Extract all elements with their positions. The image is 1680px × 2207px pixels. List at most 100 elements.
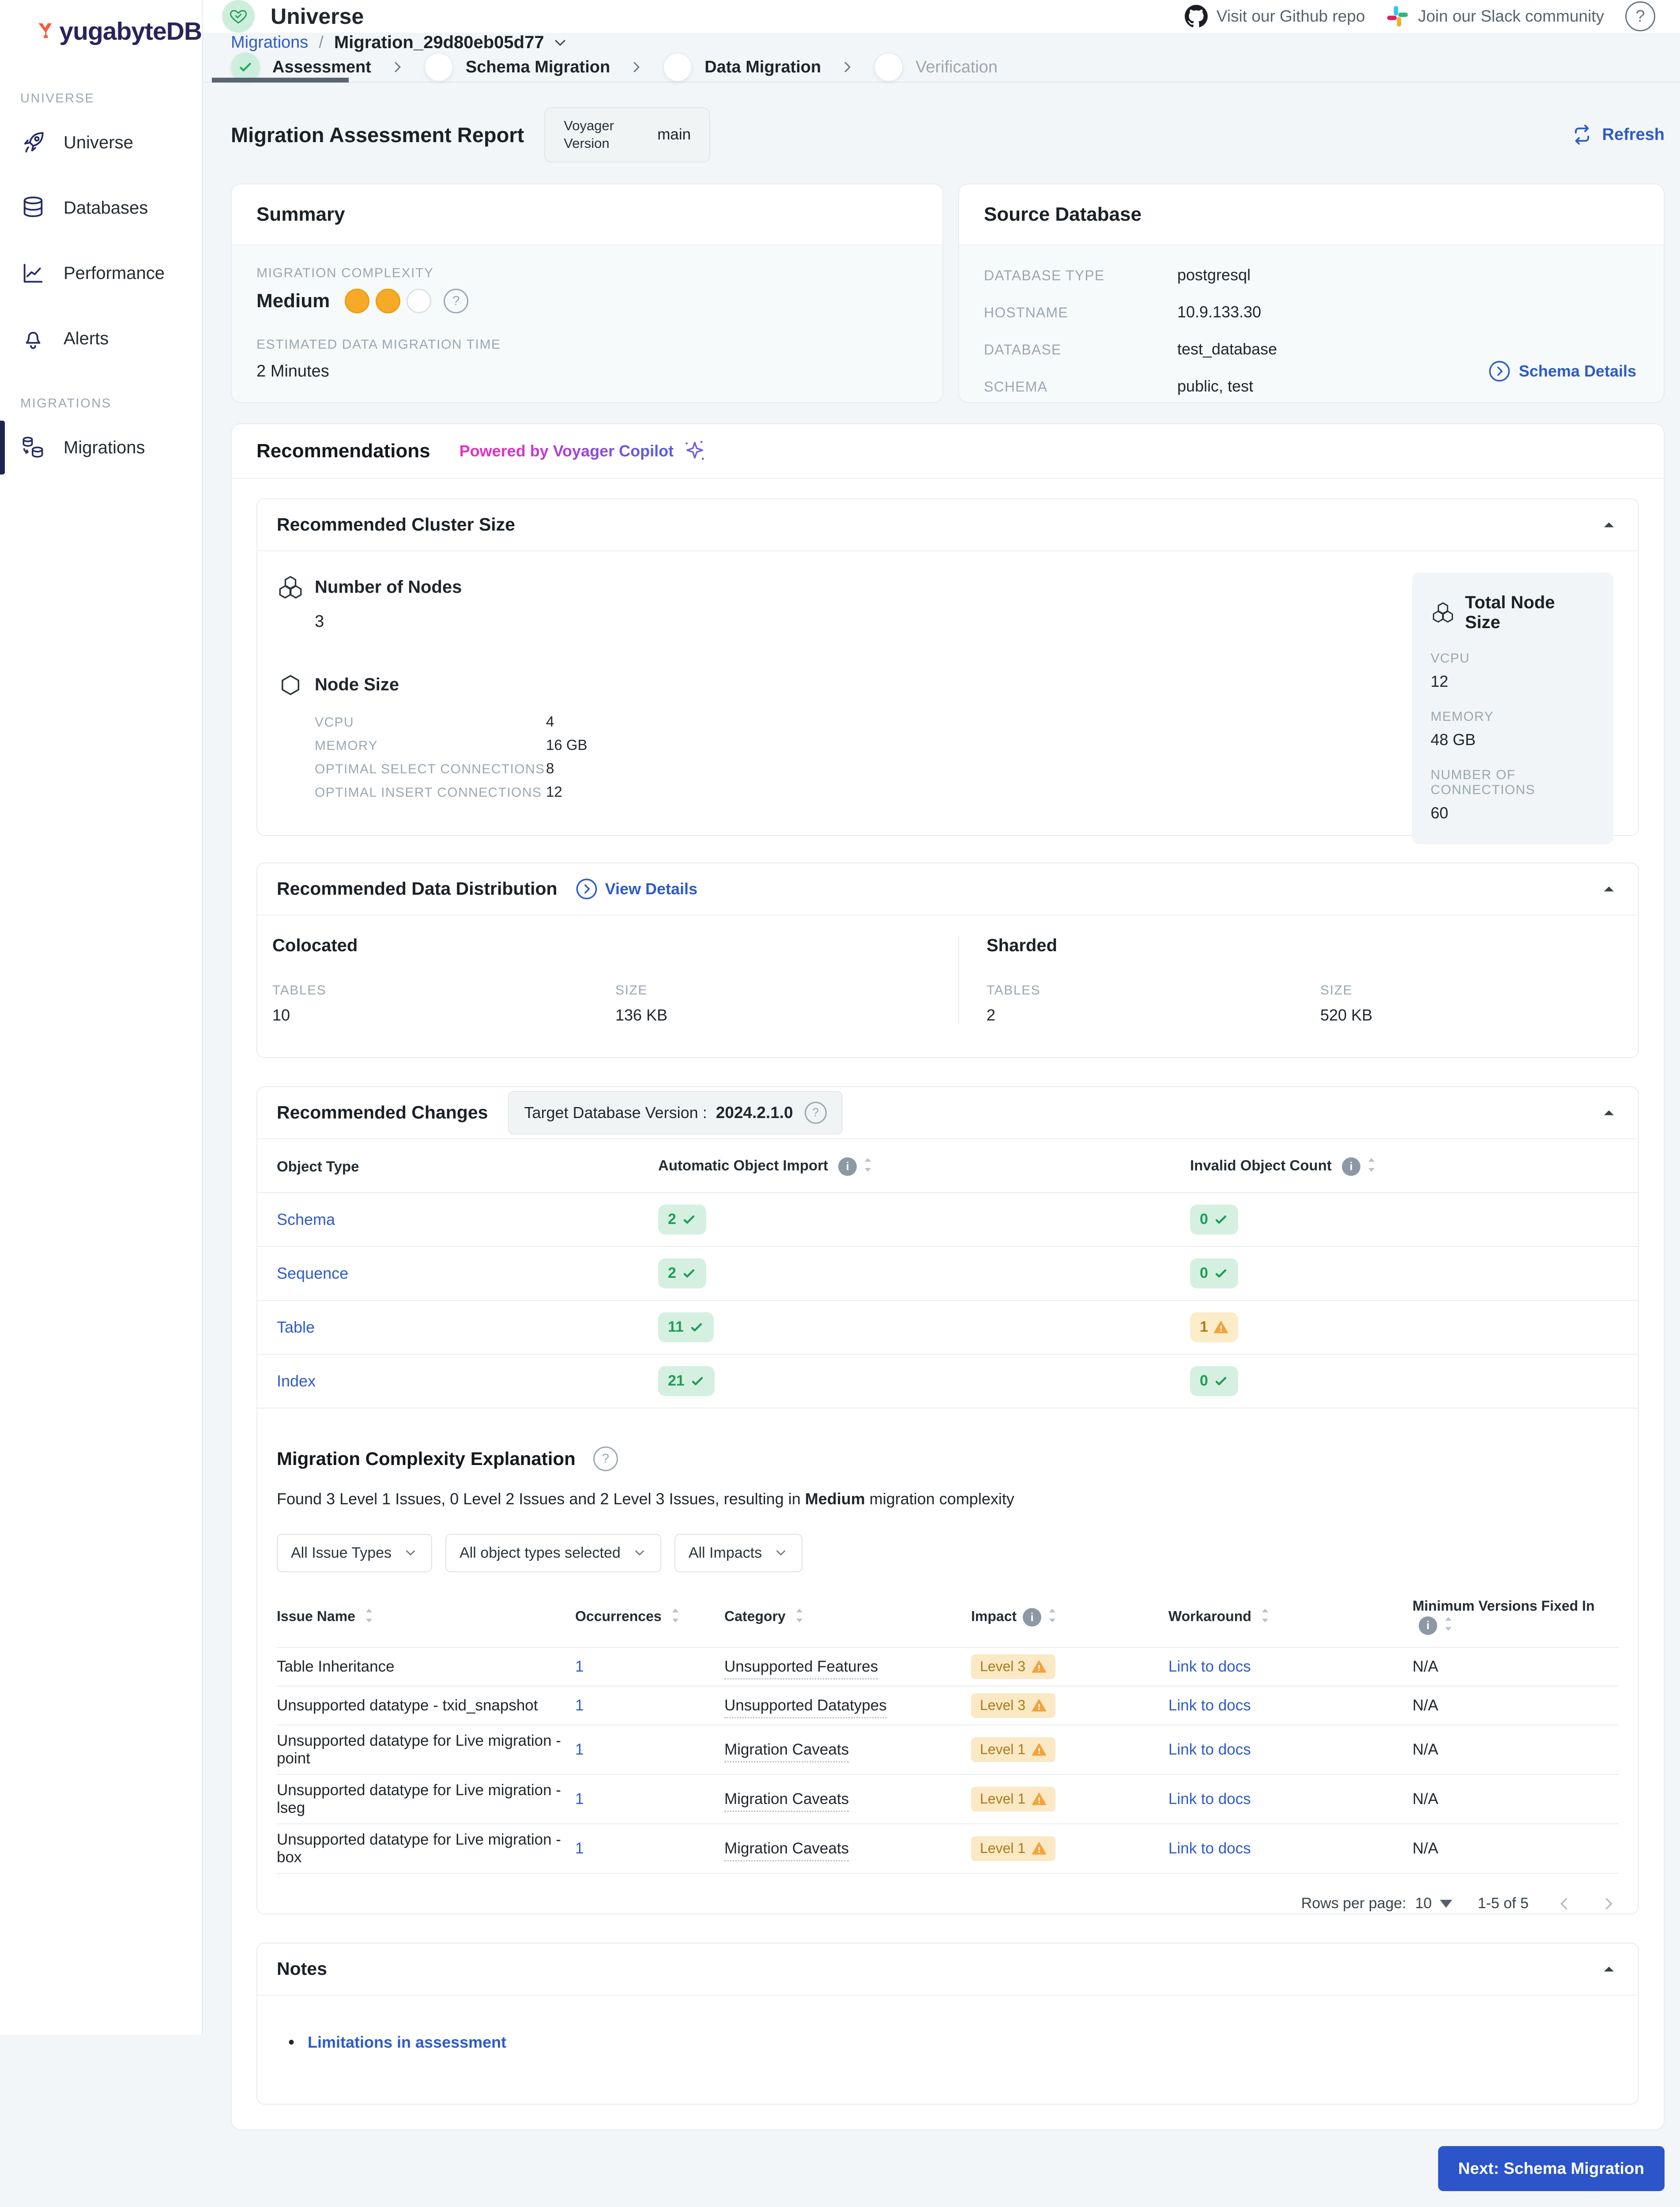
next-page-button[interactable]	[1599, 1894, 1619, 1913]
check-icon	[690, 1374, 705, 1389]
info-icon[interactable]: i	[1419, 1616, 1437, 1635]
sort-icon[interactable]	[1441, 1614, 1456, 1637]
tables-label: TABLES	[987, 983, 1320, 998]
step-circle	[663, 53, 692, 82]
voyager-version-label: Voyager Version	[564, 117, 638, 153]
issue-name: Table Inheritance	[277, 1647, 575, 1686]
source-row-label: DATABASE TYPE	[984, 267, 1177, 284]
occurrences-link[interactable]: 1	[575, 1840, 584, 1857]
heart-check-icon	[229, 7, 248, 26]
filter-issue-types[interactable]: All Issue Types	[277, 1534, 432, 1572]
brand-logo[interactable]: yugabyteDB	[0, 0, 202, 62]
filter-impacts[interactable]: All Impacts	[674, 1534, 802, 1572]
impact-badge: Level 1	[971, 1836, 1055, 1861]
check-icon	[1213, 1266, 1228, 1281]
info-icon[interactable]: i	[1023, 1608, 1041, 1627]
sidebar-item-alerts[interactable]: Alerts	[0, 310, 202, 367]
collapse-button[interactable]	[1599, 1103, 1619, 1122]
sort-icon[interactable]	[1364, 1155, 1379, 1178]
issue-filters: All Issue Types All object types selecte…	[277, 1534, 1619, 1572]
workaround-link[interactable]: Link to docs	[1168, 1790, 1251, 1808]
breadcrumb: Migrations / Migration_29d80eb05d77	[203, 33, 1680, 53]
total-vcpu-value: 12	[1431, 672, 1595, 691]
help-button[interactable]: ?	[1625, 1, 1655, 31]
invalid-count-badge: 0	[1190, 1366, 1238, 1396]
step-separator-icon	[628, 58, 645, 76]
limitations-link[interactable]: Limitations in assessment	[308, 2033, 506, 2052]
object-type-link[interactable]: Table	[277, 1318, 315, 1336]
view-details-link[interactable]: View Details	[575, 878, 697, 900]
sidebar-item-migrations[interactable]: Migrations	[0, 419, 202, 476]
github-link[interactable]: Visit our Github repo	[1185, 5, 1365, 28]
sidebar-item-databases[interactable]: Databases	[0, 179, 202, 237]
version-help-icon[interactable]: ?	[805, 1102, 827, 1124]
dropdown-arrow-icon	[1440, 1900, 1452, 1908]
step-data-migration[interactable]: Data Migration	[663, 53, 821, 82]
schema-details-label: Schema Details	[1519, 362, 1636, 380]
complexity-title-row: Migration Complexity Explanation ?	[277, 1446, 1619, 1471]
next-schema-migration-button[interactable]: Next: Schema Migration	[1438, 2146, 1665, 2191]
slack-link[interactable]: Join our Slack community	[1386, 5, 1604, 28]
object-type-link[interactable]: Schema	[277, 1210, 335, 1228]
issue-category: Migration Caveats	[724, 1741, 849, 1763]
info-icon[interactable]: i	[1342, 1157, 1360, 1176]
rows-per-page-select[interactable]: 10	[1415, 1895, 1452, 1912]
invalid-count-badge: 0	[1190, 1258, 1238, 1288]
sidebar-item-performance[interactable]: Performance	[0, 245, 202, 302]
target-db-version-value: 2024.2.1.0	[716, 1104, 793, 1122]
collapse-button[interactable]	[1599, 1959, 1619, 1979]
refresh-button[interactable]: Refresh	[1571, 123, 1665, 146]
sort-icon[interactable]	[1258, 1606, 1273, 1629]
occurrences-link[interactable]: 1	[575, 1658, 584, 1675]
sort-icon[interactable]	[362, 1606, 377, 1629]
yugabyte-logo-icon	[37, 16, 53, 47]
sort-icon[interactable]	[860, 1155, 875, 1178]
colocated-size: SIZE 136 KB	[615, 983, 667, 1024]
collapse-button[interactable]	[1599, 879, 1619, 899]
import-count-badge: 11	[658, 1312, 714, 1342]
breadcrumb-current[interactable]: Migration_29d80eb05d77	[334, 33, 569, 53]
target-db-version-label: Target Database Version :	[524, 1104, 707, 1122]
step-label: Data Migration	[704, 58, 821, 77]
sharded-tables: TABLES 2	[987, 983, 1320, 1024]
info-icon[interactable]: i	[838, 1157, 857, 1176]
powered-by-copilot[interactable]: Powered by Voyager Copilot	[460, 440, 706, 463]
filter-object-types[interactable]: All object types selected	[445, 1534, 661, 1572]
workaround-link[interactable]: Link to docs	[1168, 1741, 1251, 1758]
issue-row: Unsupported datatype - txid_snapshot 1 U…	[277, 1686, 1619, 1725]
node-size-label: Node Size	[315, 675, 399, 695]
prev-page-button[interactable]	[1554, 1894, 1574, 1913]
step-verification[interactable]: Verification	[874, 53, 998, 82]
table-row: Index 21 0	[257, 1354, 1638, 1408]
summary-card: Summary MIGRATION COMPLEXITY Medium ? ES…	[231, 184, 943, 403]
brand-name: yugabyteDB	[59, 17, 202, 46]
sidebar-item-universe[interactable]: Universe	[0, 114, 202, 171]
complexity-summary-text: Found 3 Level 1 Issues, 0 Level 2 Issues…	[277, 1490, 1619, 1508]
breadcrumb-migrations-link[interactable]: Migrations	[231, 33, 308, 52]
question-glyph: ?	[1635, 7, 1645, 26]
question-glyph: ?	[452, 294, 460, 309]
step-circle	[874, 53, 903, 82]
table-row: Sequence 2 0	[257, 1247, 1638, 1300]
collapse-button[interactable]	[1599, 515, 1619, 535]
complexity-value: Medium	[256, 290, 330, 312]
sort-icon[interactable]	[668, 1606, 683, 1629]
occurrences-link[interactable]: 1	[575, 1741, 584, 1758]
step-schema-migration[interactable]: Schema Migration	[424, 53, 610, 82]
colocated-column: Colocated TABLES 10 SIZE 136 KB	[257, 936, 958, 1024]
complexity-explanation-help-icon[interactable]: ?	[593, 1446, 618, 1471]
workaround-link[interactable]: Link to docs	[1168, 1658, 1251, 1675]
complexity-help-icon[interactable]: ?	[444, 289, 468, 313]
object-type-link[interactable]: Sequence	[277, 1264, 348, 1282]
impact-badge: Level 1	[971, 1787, 1055, 1812]
recommendations-header: Recommendations Powered by Voyager Copil…	[232, 424, 1664, 479]
workaround-link[interactable]: Link to docs	[1168, 1697, 1251, 1714]
issue-name: Unsupported datatype for Live migration …	[277, 1774, 575, 1824]
workaround-link[interactable]: Link to docs	[1168, 1840, 1251, 1857]
occurrences-link[interactable]: 1	[575, 1790, 584, 1808]
schema-details-link[interactable]: Schema Details	[1488, 360, 1636, 383]
occurrences-link[interactable]: 1	[575, 1697, 584, 1714]
object-type-link[interactable]: Index	[277, 1372, 316, 1390]
sort-icon[interactable]	[792, 1606, 807, 1629]
sort-icon[interactable]	[1045, 1606, 1060, 1629]
